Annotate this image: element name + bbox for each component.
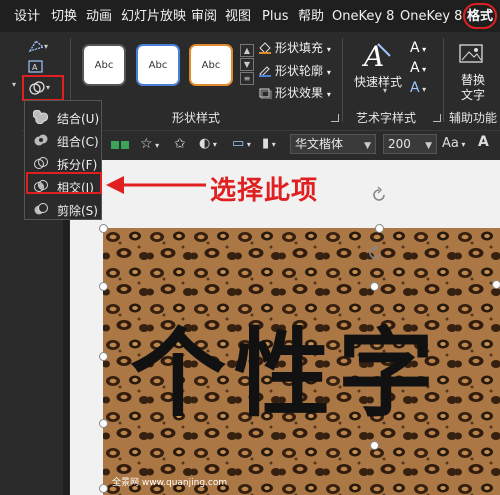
resize-handle[interactable]	[99, 224, 108, 233]
shape-fill-small-icon[interactable]: ◐ ▾	[199, 136, 217, 151]
font-size-select[interactable]: 200 ▼	[383, 134, 437, 154]
menu-item-label: 剪除(S)	[57, 204, 98, 218]
resize-handle[interactable]	[99, 484, 108, 493]
tab-plus[interactable]: Plus	[262, 0, 288, 32]
ribbon-separator	[342, 38, 343, 122]
menu-item-subtract[interactable]: 剪除(S)	[25, 198, 101, 220]
tab-animations[interactable]: 动画	[86, 0, 112, 32]
watermark-text: 全景网 www.quanjing.com	[112, 478, 228, 488]
resize-handle[interactable]	[99, 419, 108, 428]
combine-icon	[34, 134, 48, 146]
replace-text-label-2[interactable]: 文字	[461, 86, 485, 103]
menu-item-label: 拆分(F)	[57, 158, 98, 172]
gallery-more-icon[interactable]: ≡	[240, 72, 254, 85]
shape-effects-label: 形状效果	[275, 86, 324, 100]
text-effects-icon[interactable]: A ▾	[410, 80, 426, 96]
alt-text-icon[interactable]	[458, 42, 486, 66]
art-text-expand-icon[interactable]	[433, 114, 441, 122]
outline-color-icon[interactable]: ▭ ▾	[232, 136, 251, 151]
intersect-highlight	[26, 172, 102, 194]
chevron-down-icon: ▾	[44, 42, 49, 51]
tab-help[interactable]: 帮助	[298, 0, 324, 32]
more-options-icon[interactable]: ▮ ▾	[262, 136, 276, 151]
tab-design[interactable]: 设计	[14, 0, 40, 32]
chevron-down-icon: ▾	[12, 80, 17, 89]
tab-view[interactable]: 视图	[225, 0, 251, 32]
font-grow-icon[interactable]: A	[478, 134, 489, 150]
gallery-down-icon[interactable]: ▼	[240, 58, 254, 71]
quick-styles-label[interactable]: 快速样式	[354, 73, 402, 90]
tab-slideshow[interactable]: 幻灯片放映	[121, 0, 186, 32]
shape-style-swatch-2[interactable]: Abc	[136, 44, 180, 86]
style-gallery-scroll[interactable]: ▲ ▼ ≡	[240, 44, 254, 88]
tab-transitions[interactable]: 切换	[51, 0, 77, 32]
active-tab-highlight-circle	[463, 3, 497, 29]
resize-handle[interactable]	[99, 352, 108, 361]
svg-text:A: A	[361, 40, 384, 72]
ribbon-separator	[443, 38, 444, 122]
menu-item-combine[interactable]: 组合(C)	[25, 129, 101, 151]
rotate-handle-icon[interactable]	[370, 186, 388, 204]
merge-shapes-menu: 结合(U) 组合(C) 拆分(F) 相交(I) 剪除(S)	[24, 100, 102, 220]
chevron-down-icon: ▾	[326, 45, 331, 54]
text-outline-icon[interactable]: A ▾	[410, 60, 426, 76]
shape-style-swatch-3[interactable]: Abc	[189, 44, 233, 86]
star-outline-icon[interactable]: ✩	[174, 136, 186, 152]
shape-effects-icon	[259, 88, 272, 99]
chevron-down-icon: ▼	[425, 141, 432, 151]
change-case-button[interactable]: Aa ▾	[442, 136, 465, 151]
tab-onekey-2[interactable]: OneKey 8	[400, 0, 462, 32]
chevron-down-icon: ▼	[364, 141, 371, 151]
resize-handle[interactable]	[370, 282, 379, 291]
textbox-icon[interactable]: A	[28, 60, 44, 74]
shape-outline-label: 形状轮廓	[275, 64, 324, 78]
pen-icon	[259, 66, 271, 77]
art-text-group-label: 艺术字样式	[356, 111, 417, 125]
ribbon-tab-bar: 设计 切换 动画 幻灯片放映 审阅 视图 Plus 帮助 OneKey 8 On…	[0, 0, 500, 32]
callout-text: 选择此项	[210, 176, 319, 206]
shape-fill-button[interactable]: 形状填充 ▾	[258, 39, 331, 56]
tab-review[interactable]: 审阅	[191, 0, 217, 32]
menu-item-label: 组合(C)	[57, 135, 99, 149]
text-fill-icon[interactable]: A ▾	[410, 40, 426, 56]
gallery-up-icon[interactable]: ▲	[240, 44, 254, 57]
fragment-icon	[34, 157, 48, 169]
font-size-value: 200	[388, 137, 411, 151]
subtract-icon	[34, 203, 48, 215]
arrange-icon[interactable]	[110, 138, 130, 152]
shape-styles-group-label: 形状样式	[172, 111, 221, 125]
chevron-down-icon: ▾	[383, 86, 388, 95]
resize-handle[interactable]	[375, 224, 384, 233]
shape-effects-button[interactable]: 形状效果 ▾	[258, 84, 331, 101]
change-case-label: Aa	[442, 136, 459, 151]
union-icon	[33, 110, 49, 124]
chevron-down-icon: ▾	[326, 68, 331, 77]
tab-onekey-1[interactable]: OneKey 8	[332, 0, 394, 32]
shape-style-swatch-1[interactable]: Abc	[82, 44, 126, 86]
paint-bucket-icon	[259, 42, 271, 54]
shape-fill-label: 形状填充	[275, 41, 324, 55]
font-family-select[interactable]: 华文楷体 ▼	[290, 134, 376, 154]
rotate-handle-icon[interactable]	[366, 244, 384, 262]
shape-outline-button[interactable]: 形状轮廓 ▾	[258, 62, 331, 79]
resize-handle[interactable]	[370, 441, 379, 450]
accessibility-group-label: 辅助功能	[449, 111, 498, 125]
svg-text:A: A	[32, 63, 38, 72]
star-shape-icon[interactable]: ☆ ▾	[140, 136, 159, 152]
menu-item-label: 结合(U)	[57, 112, 100, 126]
callout-arrow	[106, 176, 206, 194]
chevron-down-icon: ▾	[326, 90, 331, 99]
menu-item-fragment[interactable]: 拆分(F)	[25, 152, 101, 174]
quick-styles-icon[interactable]: A	[360, 40, 394, 72]
font-family-value: 华文楷体	[295, 137, 344, 151]
menu-item-union[interactable]: 结合(U)	[25, 106, 101, 128]
resize-handle[interactable]	[99, 282, 108, 291]
resize-handle[interactable]	[492, 280, 500, 289]
merge-shapes-highlight	[22, 75, 64, 101]
shape-styles-expand-icon[interactable]	[331, 114, 339, 122]
slide-big-text[interactable]: 个性字	[130, 296, 442, 435]
